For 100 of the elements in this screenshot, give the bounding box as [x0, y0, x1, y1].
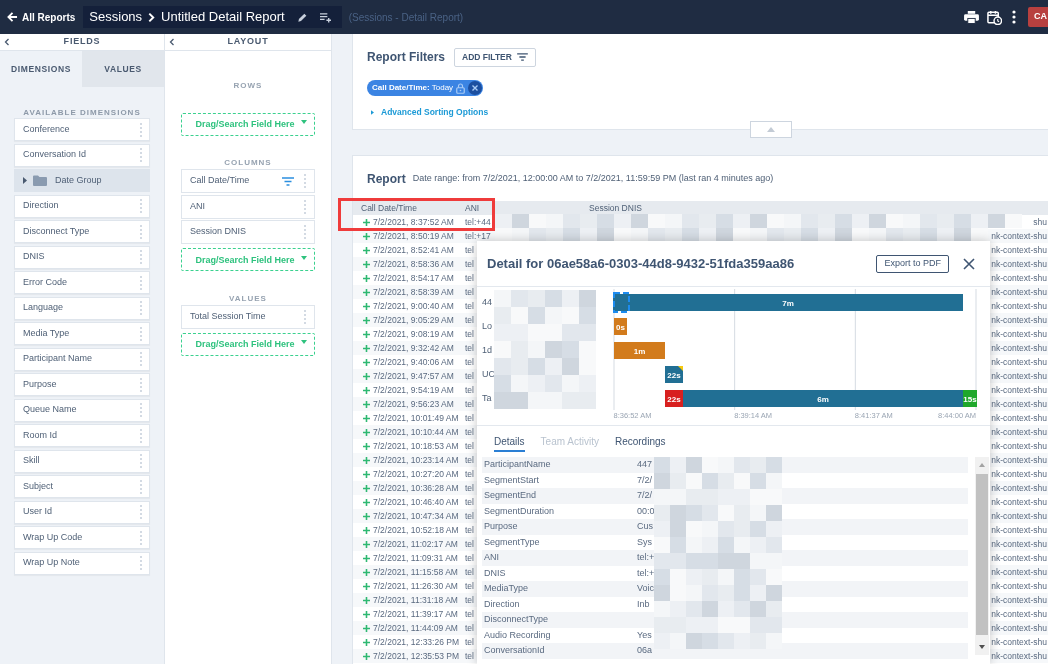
drop-zone-field[interactable]: Drag/Search Field Here — [181, 332, 315, 356]
plus-icon[interactable] — [363, 540, 370, 548]
timeline-bar[interactable]: 22s — [665, 390, 683, 407]
filter-chip[interactable]: Call Date/Time: Today — [367, 80, 484, 96]
more-vertical-icon[interactable] — [1012, 10, 1016, 24]
plus-icon[interactable] — [363, 372, 370, 380]
tab[interactable]: VALUES — [82, 51, 164, 87]
drop-zone-field[interactable]: Drag/Search Field Here — [181, 248, 315, 271]
column-header[interactable]: Call Date/Time — [353, 201, 461, 215]
field-item[interactable]: Conference — [14, 118, 150, 141]
drag-handle-icon[interactable] — [304, 225, 306, 239]
plus-icon[interactable] — [363, 470, 370, 478]
print-icon[interactable] — [964, 10, 979, 24]
drag-handle-icon[interactable] — [304, 174, 306, 188]
column-field[interactable]: Call Date/Time — [181, 169, 315, 193]
drag-handle-icon[interactable] — [140, 224, 142, 239]
field-item[interactable]: Room Id — [14, 424, 150, 447]
plus-icon[interactable] — [363, 218, 370, 226]
field-item[interactable]: Skill — [14, 449, 150, 473]
plus-icon[interactable] — [363, 568, 370, 576]
plus-icon[interactable] — [363, 414, 370, 422]
drag-handle-icon[interactable] — [304, 309, 306, 324]
plus-icon[interactable] — [363, 288, 370, 296]
plus-icon[interactable] — [363, 484, 370, 492]
pencil-icon[interactable] — [296, 11, 308, 23]
field-item[interactable]: User Id — [14, 500, 150, 524]
action-button[interactable]: CA — [1028, 7, 1048, 27]
drag-handle-icon[interactable] — [140, 479, 142, 494]
caret-down-icon[interactable] — [301, 340, 307, 344]
field-item[interactable]: Wrap Up Note — [14, 551, 150, 575]
plus-icon[interactable] — [363, 498, 370, 506]
plus-icon[interactable] — [363, 344, 370, 352]
plus-icon[interactable] — [363, 582, 370, 590]
drag-handle-icon[interactable] — [140, 122, 142, 137]
field-group[interactable]: Date Group — [14, 169, 150, 192]
plus-icon[interactable] — [363, 442, 370, 450]
caret-down-icon[interactable] — [301, 255, 307, 260]
filter-icon[interactable] — [282, 176, 294, 186]
field-item[interactable]: Disconnect Type — [14, 220, 150, 243]
timeline-bar[interactable]: 6m — [683, 390, 963, 407]
drag-handle-icon[interactable] — [140, 377, 142, 392]
drag-handle-icon[interactable] — [304, 199, 306, 214]
tab[interactable]: Details — [494, 431, 525, 452]
plus-icon[interactable] — [363, 610, 370, 618]
plus-icon[interactable] — [363, 246, 370, 254]
field-item[interactable]: Subject — [14, 475, 150, 498]
drop-zone-field[interactable]: Drag/Search Field Here — [181, 112, 315, 136]
column-header[interactable]: ANI — [461, 201, 586, 215]
plus-icon[interactable] — [363, 386, 370, 394]
timeline-bar[interactable]: 22s — [665, 366, 683, 383]
plus-icon[interactable] — [363, 456, 370, 464]
collapse-button[interactable] — [750, 121, 792, 138]
plus-icon[interactable] — [363, 330, 370, 338]
field-item[interactable]: Purpose — [14, 373, 150, 396]
plus-icon[interactable] — [363, 554, 370, 562]
field-item[interactable]: Error Code — [14, 271, 150, 294]
close-icon[interactable] — [468, 81, 483, 95]
plus-icon[interactable] — [363, 652, 370, 660]
breadcrumb-link[interactable]: Sessions — [89, 7, 143, 27]
vertical-scrollbar[interactable] — [975, 457, 989, 655]
drag-handle-icon[interactable] — [140, 148, 142, 162]
drag-handle-icon[interactable] — [140, 505, 142, 519]
field-item[interactable]: Conversation Id — [14, 143, 150, 167]
chevron-left-icon[interactable] — [169, 38, 175, 46]
column-field[interactable]: Total Session Time — [181, 304, 315, 329]
plus-icon[interactable] — [363, 400, 370, 408]
drag-handle-icon[interactable] — [140, 454, 142, 468]
plus-icon[interactable] — [363, 596, 370, 604]
timeline-bar[interactable]: 7m — [613, 294, 963, 311]
drag-handle-icon[interactable] — [140, 301, 142, 315]
drag-handle-icon[interactable] — [140, 556, 142, 570]
field-item[interactable]: Wrap Up Code — [14, 526, 150, 549]
drag-handle-icon[interactable] — [140, 250, 142, 264]
back-link[interactable]: All Reports — [7, 9, 76, 25]
drag-handle-icon[interactable] — [140, 428, 142, 443]
column-header[interactable]: Session DNIS — [586, 201, 1048, 215]
tab[interactable]: Recordings — [614, 431, 666, 452]
plus-icon[interactable] — [363, 428, 370, 436]
field-item[interactable]: Language — [14, 296, 150, 320]
close-icon[interactable] — [963, 257, 975, 270]
plus-icon[interactable] — [363, 638, 370, 646]
field-item[interactable]: DNIS — [14, 245, 150, 269]
drag-handle-icon[interactable] — [140, 326, 142, 341]
selection-handles-icon[interactable] — [613, 292, 630, 313]
plus-icon[interactable] — [363, 358, 370, 366]
caret-right-icon[interactable] — [23, 177, 27, 184]
plus-icon[interactable] — [363, 260, 370, 268]
plus-icon[interactable] — [363, 512, 370, 520]
drag-handle-icon[interactable] — [140, 199, 142, 213]
add-filter-button[interactable]: ADD FILTER — [454, 47, 536, 67]
column-field[interactable]: ANI — [181, 194, 315, 219]
drag-handle-icon[interactable] — [140, 403, 142, 417]
plus-icon[interactable] — [363, 316, 370, 324]
field-item[interactable]: Media Type — [14, 322, 150, 345]
chevron-left-icon[interactable] — [4, 38, 10, 46]
calendar-clock-icon[interactable] — [987, 9, 1002, 25]
plus-icon[interactable] — [363, 526, 370, 534]
drag-handle-icon[interactable] — [140, 275, 142, 290]
field-item[interactable]: Direction — [14, 194, 150, 218]
list-add-icon[interactable] — [318, 11, 332, 23]
